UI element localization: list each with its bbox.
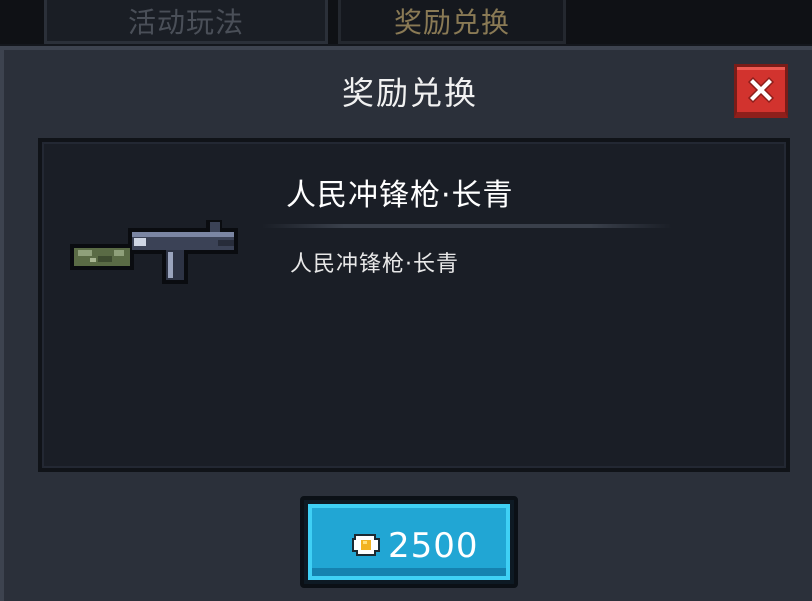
item-name: 人民冲锋枪·长青: [286, 178, 514, 213]
purchase-button-face: 2500: [308, 504, 510, 580]
top-tab-bar: 活动玩法 奖励兑换: [0, 0, 812, 44]
close-icon: [747, 76, 775, 103]
item-description: 人民冲锋枪·长青: [290, 252, 459, 277]
price-label: 2500: [388, 526, 479, 566]
smg-weapon-icon: [70, 220, 238, 284]
tab-reward-exchange[interactable]: 奖励兑换: [338, 0, 566, 44]
reward-exchange-dialog: 奖励兑换 人民冲锋枪·长青 人民冲锋枪·长青 2500: [0, 46, 812, 601]
tab-label: 奖励兑换: [393, 6, 510, 39]
tab-activity-gameplay[interactable]: 活动玩法: [44, 0, 328, 44]
tab-label: 活动玩法: [127, 6, 244, 39]
item-detail-panel: 人民冲锋枪·长青 人民冲锋枪·长青: [38, 138, 790, 472]
fried-egg-coin-icon: [352, 534, 380, 556]
close-button[interactable]: [734, 64, 788, 118]
dialog-title: 奖励兑换: [341, 74, 478, 112]
divider: [262, 224, 672, 228]
purchase-button[interactable]: 2500: [300, 496, 518, 588]
